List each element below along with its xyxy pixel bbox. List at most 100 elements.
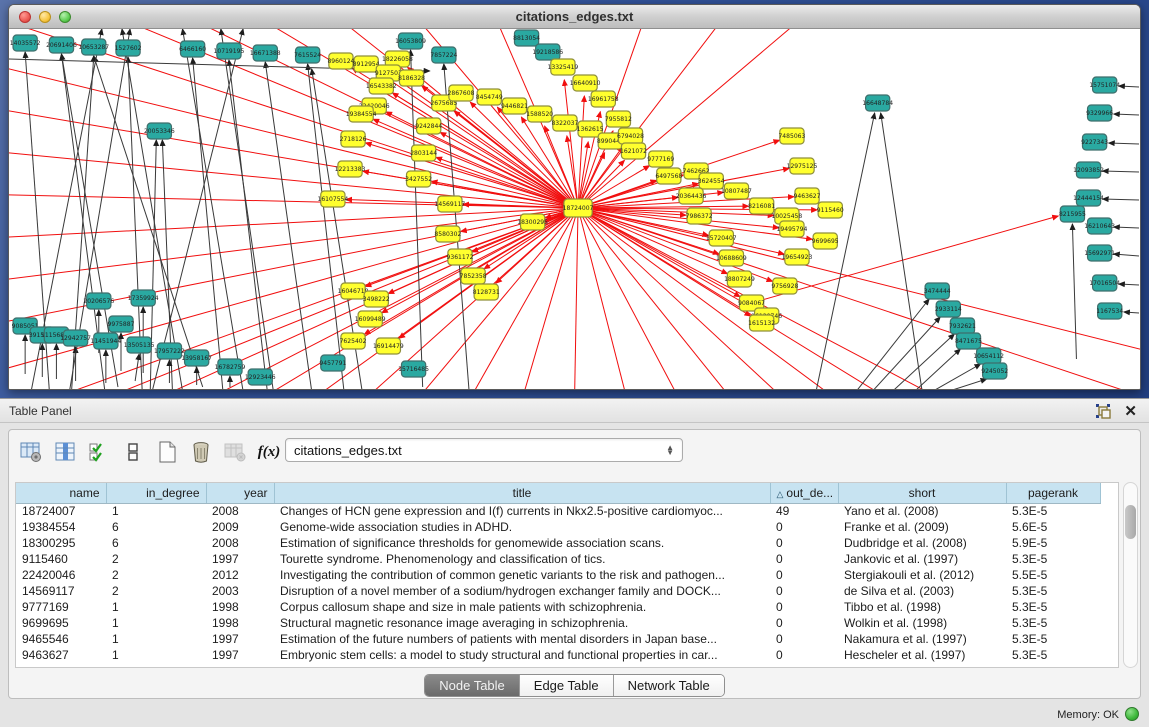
cell-name[interactable]: 14569117 xyxy=(16,583,106,599)
graph-edge[interactable] xyxy=(816,113,875,389)
graph-node[interactable]: 3624554 xyxy=(698,173,725,189)
graph-node[interactable]: 16210643 xyxy=(1084,218,1115,234)
graph-node[interactable]: 16648784 xyxy=(862,95,893,111)
table-row[interactable]: 946554611997Estimation of the future num… xyxy=(16,631,1100,647)
graph-edge[interactable] xyxy=(1103,199,1139,200)
graph-edge[interactable] xyxy=(1124,312,1139,313)
graph-node[interactable]: 9329966 xyxy=(1086,105,1113,121)
show-columns-button[interactable] xyxy=(51,438,79,466)
cell-in_degree[interactable]: 1 xyxy=(106,615,206,631)
graph-edge[interactable] xyxy=(308,64,344,389)
cell-pagerank[interactable]: 5.9E-5 xyxy=(1006,535,1100,551)
graph-node[interactable]: 17016504 xyxy=(1089,275,1120,291)
graph-node[interactable]: 8454749 xyxy=(476,89,503,105)
graph-node[interactable]: 7857224 xyxy=(430,47,457,63)
cell-title[interactable]: Estimation of significance thresholds fo… xyxy=(274,535,770,551)
graph-node[interactable]: 9756928 xyxy=(771,278,798,294)
graph-node[interactable]: 13325419 xyxy=(548,59,579,75)
table-mode-button[interactable] xyxy=(17,438,45,466)
graph-node[interactable]: 10719195 xyxy=(214,43,245,59)
graph-node[interactable]: 8186328 xyxy=(398,70,425,86)
cell-short[interactable]: Stergiakouli et al. (2012) xyxy=(838,567,1006,583)
cell-out_degree[interactable]: 0 xyxy=(770,583,838,599)
cell-year[interactable]: 2003 xyxy=(206,583,274,599)
graph-node[interactable]: 10807487 xyxy=(721,183,752,199)
cell-short[interactable]: Jankovic et al. (1997) xyxy=(838,551,1006,567)
graph-node[interactable]: 16053809 xyxy=(395,33,426,49)
graph-node[interactable]: 7625402 xyxy=(340,333,367,349)
graph-edge[interactable] xyxy=(893,334,955,389)
column-checklist-button[interactable] xyxy=(85,438,113,466)
graph-edge[interactable] xyxy=(1072,224,1076,359)
tab-network-table[interactable]: Network Table xyxy=(614,675,724,696)
table-select-dropdown[interactable]: citations_edges.txt ▲▼ xyxy=(285,438,683,462)
graph-node[interactable]: 16782759 xyxy=(215,359,246,375)
graph-node[interactable]: 19495794 xyxy=(777,221,808,237)
cell-name[interactable]: 22420046 xyxy=(16,567,106,583)
cell-out_degree[interactable]: 0 xyxy=(770,647,838,663)
table-scrollbar[interactable] xyxy=(1123,482,1138,668)
graph-edge[interactable] xyxy=(1109,143,1139,144)
cell-out_degree[interactable]: 0 xyxy=(770,551,838,567)
graph-edge[interactable] xyxy=(183,29,244,389)
cell-short[interactable]: de Silva et al. (2003) xyxy=(838,583,1006,599)
graph-node[interactable]: 9361172 xyxy=(447,249,474,265)
graph-node[interactable]: 3427552 xyxy=(405,171,432,187)
network-view-window[interactable]: citations_edges.txt 14035572206914061065… xyxy=(8,4,1141,390)
graph-edge[interactable] xyxy=(122,29,183,389)
cell-pagerank[interactable]: 5.3E-5 xyxy=(1006,583,1100,599)
cell-short[interactable]: Wolkin et al. (1998) xyxy=(838,615,1006,631)
cell-out_degree[interactable]: 0 xyxy=(770,535,838,551)
cell-title[interactable]: Estimation of the future numbers of pati… xyxy=(274,631,770,647)
graph-node[interactable]: 2718126 xyxy=(340,131,367,147)
graph-node[interactable]: 7615524 xyxy=(294,47,321,63)
graph-node[interactable]: 7955812 xyxy=(605,111,632,127)
cell-name[interactable]: 18300295 xyxy=(16,535,106,551)
graph-edge[interactable] xyxy=(856,299,929,389)
cell-pagerank[interactable]: 5.3E-5 xyxy=(1006,551,1100,567)
window-titlebar[interactable]: citations_edges.txt xyxy=(9,5,1140,29)
graph-node[interactable]: 6497568 xyxy=(655,168,682,184)
graph-node[interactable]: 9446821 xyxy=(501,98,528,114)
graph-node[interactable]: 8471675 xyxy=(955,333,982,349)
cell-short[interactable]: Franke et al. (2009) xyxy=(838,519,1006,535)
graph-edge-red[interactable] xyxy=(578,208,1140,359)
graph-edge[interactable] xyxy=(1114,254,1139,256)
cell-out_degree[interactable]: 0 xyxy=(770,519,838,535)
graph-node[interactable]: 8215955 xyxy=(1059,206,1086,222)
table-row[interactable]: 969969511998Structural magnetic resonanc… xyxy=(16,615,1100,631)
graph-node[interactable]: 20691406 xyxy=(46,37,77,53)
graph-node[interactable]: 2933114 xyxy=(935,301,962,317)
table-row[interactable]: 1830029562008Estimation of significance … xyxy=(16,535,1100,551)
graph-node[interactable]: 19218586 xyxy=(532,44,563,60)
graph-edge[interactable] xyxy=(193,58,223,389)
graph-node[interactable]: 9242844 xyxy=(415,118,442,134)
graph-node[interactable]: 12923446 xyxy=(245,369,276,385)
cell-name[interactable]: 9463627 xyxy=(16,647,106,663)
cell-short[interactable]: Nakamura et al. (1997) xyxy=(838,631,1006,647)
float-panel-icon[interactable] xyxy=(1095,403,1111,419)
graph-node[interactable]: 12975125 xyxy=(787,158,818,174)
column-header-title[interactable]: title xyxy=(274,483,770,503)
function-builder-button[interactable]: f(x) xyxy=(255,438,283,466)
column-header-out_degree[interactable]: △out_de... xyxy=(770,483,838,503)
graph-node[interactable]: 7986372 xyxy=(686,208,713,224)
graph-node[interactable]: 7485063 xyxy=(778,128,805,144)
graph-node[interactable]: 15716485 xyxy=(398,361,429,377)
graph-node[interactable]: 11451944 xyxy=(90,333,121,349)
cell-in_degree[interactable]: 1 xyxy=(106,503,206,519)
cell-in_degree[interactable]: 2 xyxy=(106,567,206,583)
graph-node[interactable]: 12213383 xyxy=(335,161,366,177)
cell-in_degree[interactable]: 6 xyxy=(106,519,206,535)
cell-year[interactable]: 2008 xyxy=(206,535,274,551)
graph-edge[interactable] xyxy=(411,50,423,387)
graph-node[interactable]: 1167534 xyxy=(1096,303,1123,319)
cell-name[interactable]: 19384554 xyxy=(16,519,106,535)
graph-node[interactable]: 6466160 xyxy=(179,41,206,57)
graph-node[interactable]: 10653287 xyxy=(78,39,109,55)
cell-short[interactable]: Yano et al. (2008) xyxy=(838,503,1006,519)
cell-title[interactable]: Structural magnetic resonance image aver… xyxy=(274,615,770,631)
graph-node[interactable]: 15692971 xyxy=(1084,245,1115,261)
graph-node[interactable]: 1527602 xyxy=(115,40,142,56)
table-row[interactable]: 977716911998Corpus callosum shape and si… xyxy=(16,599,1100,615)
